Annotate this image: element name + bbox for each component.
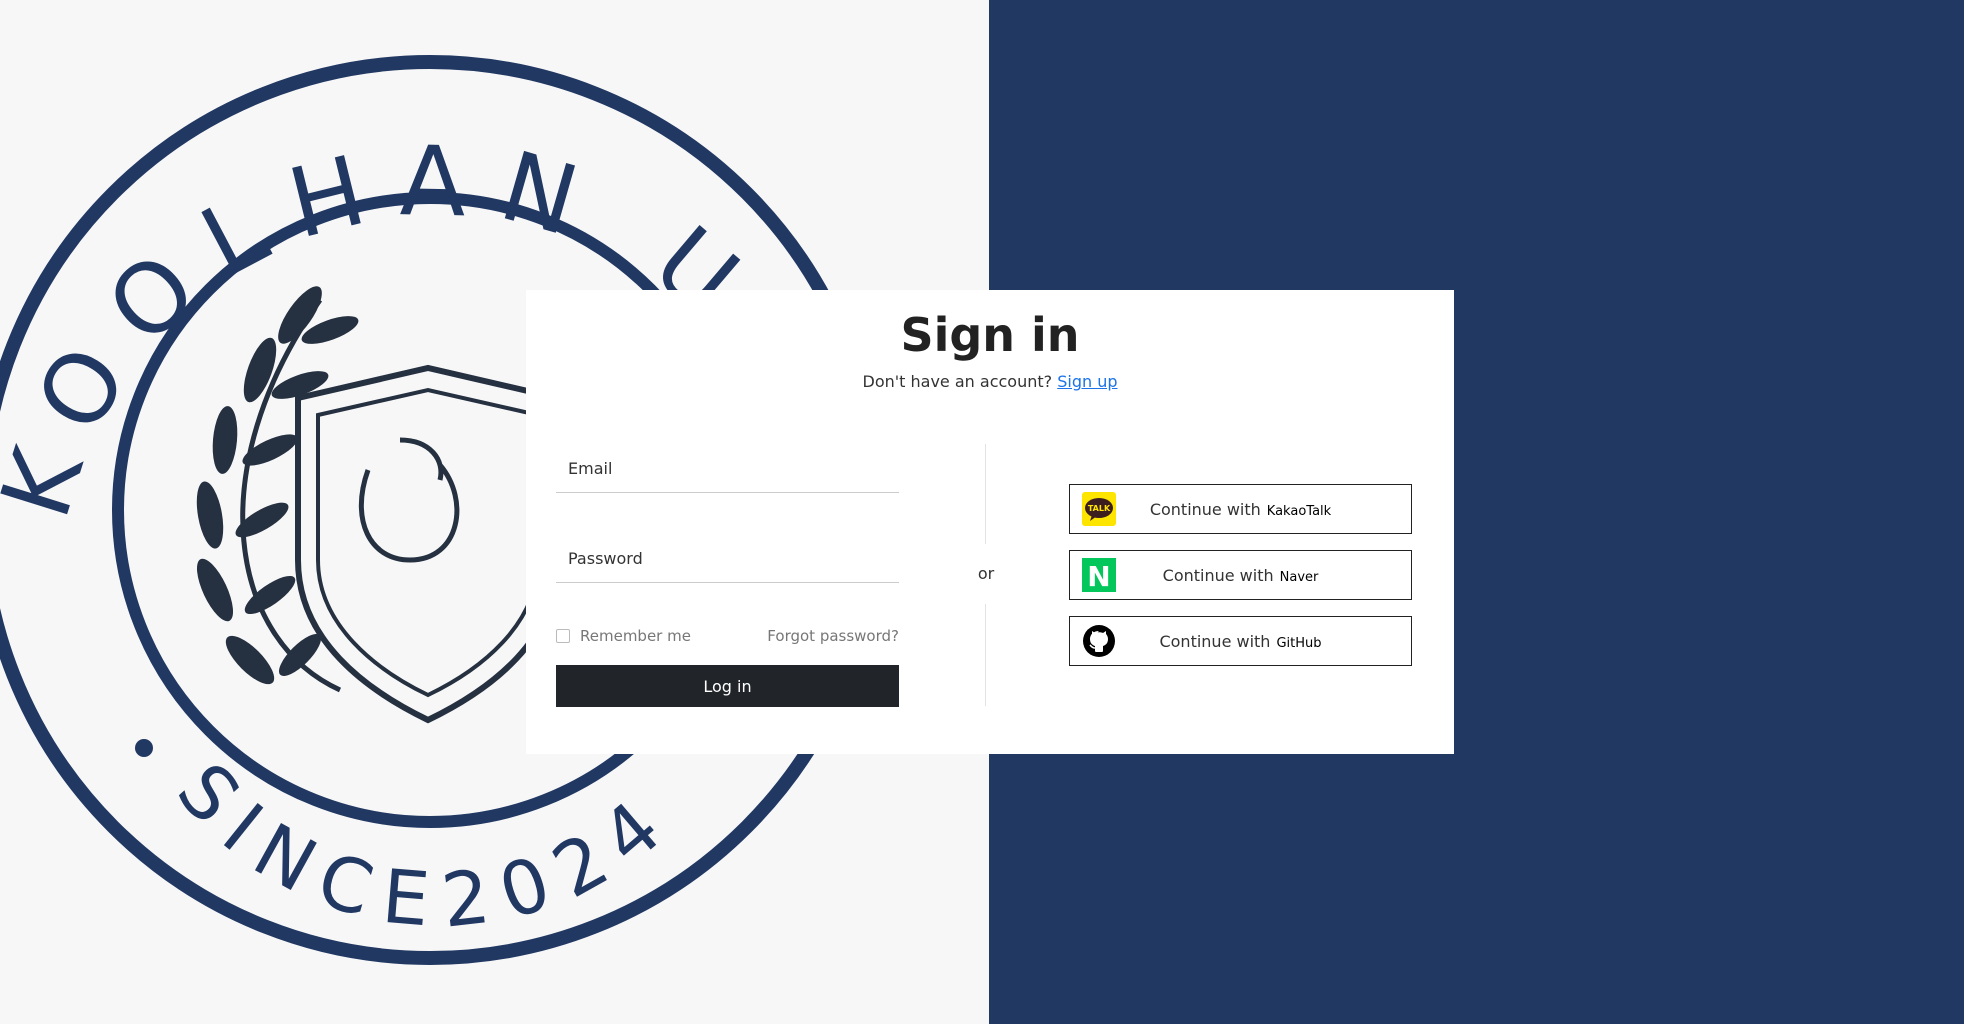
login-button[interactable]: Log in — [556, 665, 899, 707]
naver-icon: N — [1082, 558, 1116, 593]
remember-me-checkbox[interactable] — [556, 629, 570, 643]
github-icon — [1082, 624, 1116, 658]
password-field[interactable] — [556, 534, 899, 582]
naver-label: Continue with Naver — [1162, 565, 1319, 585]
email-field-wrapper — [556, 444, 899, 493]
or-separator: or — [977, 564, 995, 583]
page-title: Sign in — [900, 308, 1080, 362]
svg-text:TALK: TALK — [1088, 504, 1111, 513]
signup-link[interactable]: Sign up — [1057, 372, 1117, 391]
kakaotalk-login-button[interactable]: TALK Continue with KakaoTalk — [1069, 484, 1412, 534]
password-field-wrapper — [556, 534, 899, 583]
remember-me-label: Remember me — [580, 627, 691, 645]
divider-bottom — [985, 604, 986, 706]
divider-top — [985, 444, 986, 544]
github-label: Continue with GitHub — [1159, 631, 1322, 651]
remember-me[interactable]: Remember me — [556, 624, 691, 648]
svg-text:N: N — [1087, 560, 1110, 592]
naver-login-button[interactable]: N Continue with Naver — [1069, 550, 1412, 600]
kakaotalk-label: Continue with KakaoTalk — [1149, 499, 1332, 519]
github-login-button[interactable]: Continue with GitHub — [1069, 616, 1412, 666]
email-field[interactable] — [556, 444, 899, 492]
kakaotalk-icon: TALK — [1082, 492, 1116, 526]
no-account-text: Don't have an account? — [862, 372, 1053, 391]
forgot-password-link[interactable]: Forgot password? — [756, 624, 899, 648]
signin-card: Sign in Don't have an account? Sign up R… — [526, 290, 1454, 754]
signup-prompt: Don't have an account? Sign up — [526, 372, 1454, 391]
